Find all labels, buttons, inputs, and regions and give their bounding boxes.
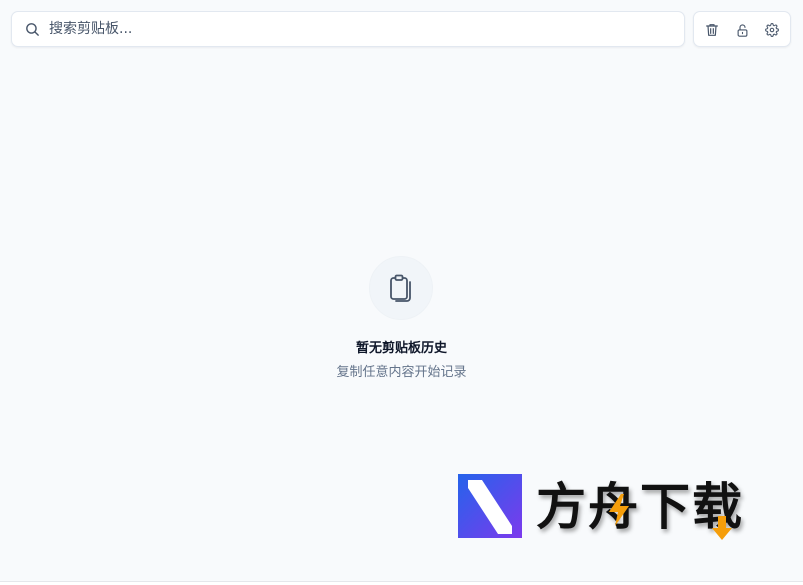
gear-icon (765, 23, 779, 37)
clipboard-app-window: 暂无剪贴板历史 复制任意内容开始记录 方舟下载 (0, 0, 803, 582)
empty-state-subtitle: 复制任意内容开始记录 (336, 365, 467, 380)
settings-button[interactable] (761, 19, 783, 41)
empty-state-title: 暂无剪贴板历史 (355, 341, 447, 356)
download-arrow-icon (712, 516, 732, 540)
empty-state-icon-circle (369, 256, 433, 320)
clipboard-icon (390, 274, 411, 302)
watermark-logo (458, 474, 522, 538)
clear-history-button[interactable] (701, 19, 723, 41)
lightning-icon (609, 494, 629, 526)
search-input[interactable] (49, 12, 679, 46)
lock-icon (737, 23, 747, 37)
window-bottom-border (0, 581, 803, 582)
search-box[interactable] (11, 11, 685, 47)
trash-icon (706, 24, 718, 36)
toolbar (693, 11, 791, 47)
search-icon (26, 23, 39, 36)
lock-button[interactable] (731, 19, 753, 41)
